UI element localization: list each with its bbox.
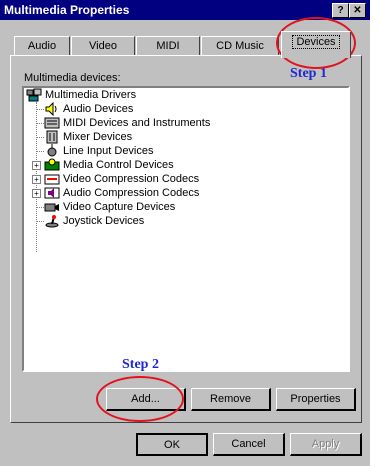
keyboard-icon [44,117,60,129]
apply-button[interactable]: Apply [290,433,362,456]
expand-icon[interactable]: + [32,189,41,198]
step2-annotation: Step 2 [122,357,159,372]
mixer-icon [46,130,58,144]
tree-branch [36,151,44,152]
tab-video[interactable]: Video [71,36,135,56]
window-title: Multimedia Properties [4,3,130,17]
tree-item[interactable]: Joystick Devices [44,214,144,228]
step2-highlight-ellipse [96,376,184,422]
tree-item-label: Audio Devices [63,103,134,115]
properties-button[interactable]: Properties [276,388,356,411]
help-button[interactable]: ? [332,3,349,18]
media-control-icon [44,158,60,171]
line-input-icon [47,144,57,157]
tree-item-label: MIDI Devices and Instruments [63,117,211,129]
tree-root[interactable]: Multimedia Drivers [26,88,136,102]
expand-icon[interactable]: + [32,161,41,170]
tab-cd-music-label: CD Music [216,40,264,52]
cancel-button[interactable]: Cancel [213,433,285,456]
tab-midi[interactable]: MIDI [136,36,200,56]
tree-item[interactable]: Media Control Devices [44,158,174,172]
tree-branch [36,123,44,124]
ok-button[interactable]: OK [136,433,208,456]
page-margin [370,0,380,466]
tab-video-label: Video [89,40,117,52]
multimedia-devices-label: Multimedia devices: [24,72,121,84]
tree-branch [36,207,44,208]
tree-item-label: Line Input Devices [63,145,154,157]
tree-item[interactable]: Audio Compression Codecs [44,186,199,200]
tree-item[interactable]: Video Compression Codecs [44,172,199,186]
tab-midi-label: MIDI [156,40,180,52]
video-capture-icon [44,203,59,212]
tree-item[interactable]: MIDI Devices and Instruments [44,116,210,130]
devices-tree[interactable]: Multimedia Drivers Audio Devices MIDI De… [22,86,350,372]
properties-button-label: Properties [290,393,341,405]
expand-icon[interactable]: + [32,175,41,184]
tree-item-label: Media Control Devices [63,159,174,171]
tree-item[interactable]: Video Capture Devices [44,200,175,214]
audio-codec-icon [44,187,60,199]
tree-root-label: Multimedia Drivers [45,89,137,101]
remove-button-label: Remove [210,393,251,405]
speaker-icon [45,102,57,116]
tab-devices[interactable]: Devices [281,31,351,58]
tree-item[interactable]: Audio Devices [44,102,133,116]
tab-cd-music[interactable]: CD Music [201,36,279,56]
tree-item-label: Video Capture Devices [63,201,176,213]
remove-button[interactable]: Remove [191,388,271,411]
tree-branch [36,221,44,222]
tree-item-label: Audio Compression Codecs [63,187,200,199]
tree-branch [36,137,44,138]
video-codec-icon [44,174,60,185]
tab-audio-label: Audio [27,40,57,52]
joystick-icon [45,215,59,228]
tree-branch [36,109,44,110]
tree-item[interactable]: Mixer Devices [44,130,132,144]
tree-item-label: Video Compression Codecs [63,173,200,185]
multimedia-drivers-icon [26,88,42,102]
tree-item-label: Mixer Devices [63,131,133,143]
tree-item-label: Joystick Devices [63,215,145,227]
multimedia-properties-dialog: Multimedia Properties ? ✕ Audio Video MI… [0,0,370,466]
tree-item[interactable]: Line Input Devices [44,144,154,158]
tab-devices-label: Devices [292,35,340,49]
close-button[interactable]: ✕ [349,3,366,18]
tab-audio[interactable]: Audio [14,36,70,56]
